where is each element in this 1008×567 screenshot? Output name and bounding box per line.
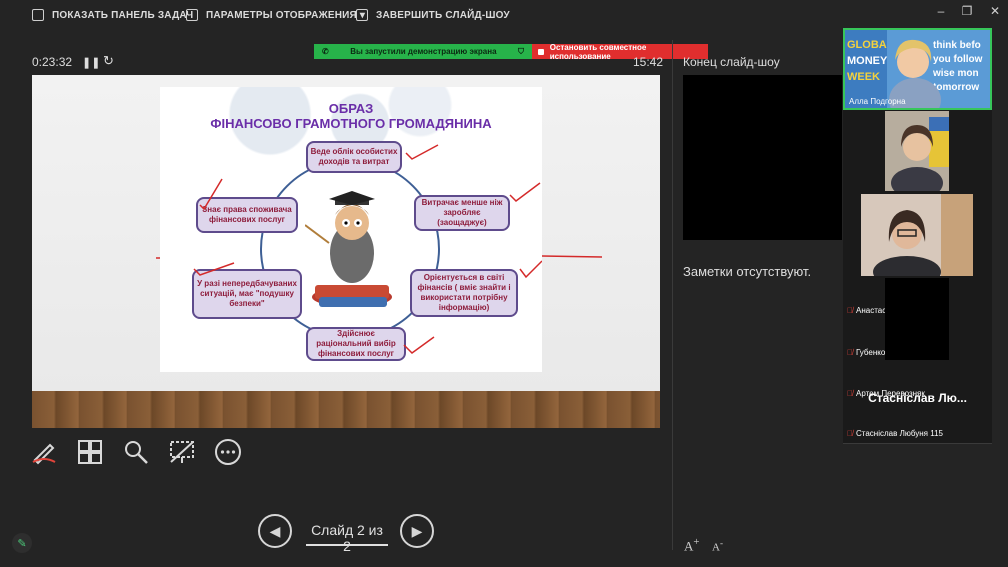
participant-tile[interactable] (885, 111, 949, 191)
elapsed-timer: 0:23:32 (32, 55, 73, 69)
svg-text:tomorrow: tomorrow (933, 82, 979, 93)
display-settings-icon (186, 9, 198, 21)
participants-panel: GLOBA MONEY WEEK think befo you follow w… (843, 28, 992, 443)
next-slide-title: Конец слайд-шоу (683, 55, 780, 69)
reset-timer-icon[interactable]: ↻ (103, 53, 114, 69)
speaker-notes[interactable]: Заметки отсутствуют. (683, 264, 811, 279)
svg-text:MONEY: MONEY (847, 55, 888, 67)
display-settings-label: ПАРАМЕТРЫ ОТОБРАЖЕНИЯ ▾ (206, 9, 366, 21)
pen-tool-icon[interactable] (30, 438, 58, 466)
clock: 15:42 (633, 55, 664, 69)
show-taskbar-button[interactable]: ПОКАЗАТЬ ПАНЕЛЬ ЗАДАЧ (32, 9, 193, 21)
share-phone-icon: ✆ (322, 47, 329, 56)
black-screen-icon[interactable] (168, 438, 196, 466)
pause-icon[interactable]: ❚❚ (82, 56, 100, 69)
chevron-right-icon: ▶ (411, 522, 423, 539)
next-slide-button[interactable]: ▶ (400, 514, 434, 548)
stop-sharing-button[interactable]: Остановить совместное использование (532, 42, 708, 61)
svg-text:think befo: think befo (933, 40, 981, 51)
svg-text:you follow: you follow (933, 54, 983, 65)
svg-text:wise mon: wise mon (932, 68, 979, 79)
increase-font-icon[interactable]: A+ (684, 536, 700, 554)
show-taskbar-label: ПОКАЗАТЬ ПАНЕЛЬ ЗАДАЧ (52, 9, 194, 21)
next-slide-preview[interactable] (683, 75, 842, 240)
svg-text:GLOBA: GLOBA (847, 39, 887, 51)
close-icon[interactable]: ✕ (988, 4, 1002, 18)
stop-icon (538, 48, 544, 55)
end-slideshow-icon (356, 9, 368, 21)
end-slideshow-label: ЗАВЕРШИТЬ СЛАЙД-ШОУ (376, 9, 510, 21)
slide-counter-underline (306, 544, 388, 546)
participant-display-name[interactable]: Стасніслав Лю... (843, 391, 992, 405)
participant-name-label: Алла Подгорна (849, 97, 906, 106)
red-checkmarks (193, 144, 542, 354)
see-all-slides-icon[interactable] (76, 438, 104, 466)
slide-counter[interactable]: Слайд 2 из 2 (306, 522, 388, 554)
end-slideshow-button[interactable]: ЗАВЕРШИТЬ СЛАЙД-ШОУ (356, 9, 510, 21)
participant-tile-active-speaker[interactable]: GLOBA MONEY WEEK think befo you follow w… (843, 28, 992, 110)
screen-share-status: ✆ Вы запустили демонстрацию экрана ⛉ (314, 44, 532, 59)
slide-content: ОБРАЗ ФІНАНСОВО ГРАМОТНОГО ГРОМАДЯНИНА В… (160, 87, 542, 372)
more-options-icon[interactable] (214, 438, 242, 466)
mic-off-icon: 🎙̸ (847, 429, 853, 438)
participants-divider (843, 443, 992, 444)
previous-slide-button[interactable]: ◀ (258, 514, 292, 548)
shield-icon: ⛉ (518, 46, 524, 56)
participant-video (885, 111, 949, 191)
participant-name-label: 🎙̸ Стасніслав Любуня 115 (847, 429, 943, 438)
current-slide: ОБРАЗ ФІНАНСОВО ГРАМОТНОГО ГРОМАДЯНИНА В… (32, 75, 660, 428)
taskbar-icon (32, 9, 44, 21)
edit-pen-icon[interactable]: ✎ (12, 533, 32, 553)
screen-share-text: Вы запустили демонстрацию экрана (350, 47, 497, 56)
svg-text:WEEK: WEEK (847, 71, 880, 83)
minimize-icon[interactable]: – (934, 4, 948, 18)
panel-divider (672, 40, 673, 550)
chevron-left-icon: ◀ (269, 522, 281, 539)
zoom-icon[interactable] (122, 438, 150, 466)
restore-icon[interactable]: ❐ (960, 4, 974, 18)
slide-navigation: ◀ Слайд 2 из 2 ▶ (258, 514, 438, 554)
display-settings-button[interactable]: ПАРАМЕТРЫ ОТОБРАЖЕНИЯ ▾ (186, 9, 365, 21)
decrease-font-icon[interactable]: A- (712, 538, 723, 554)
stop-sharing-label: Остановить совместное использование (549, 42, 647, 61)
